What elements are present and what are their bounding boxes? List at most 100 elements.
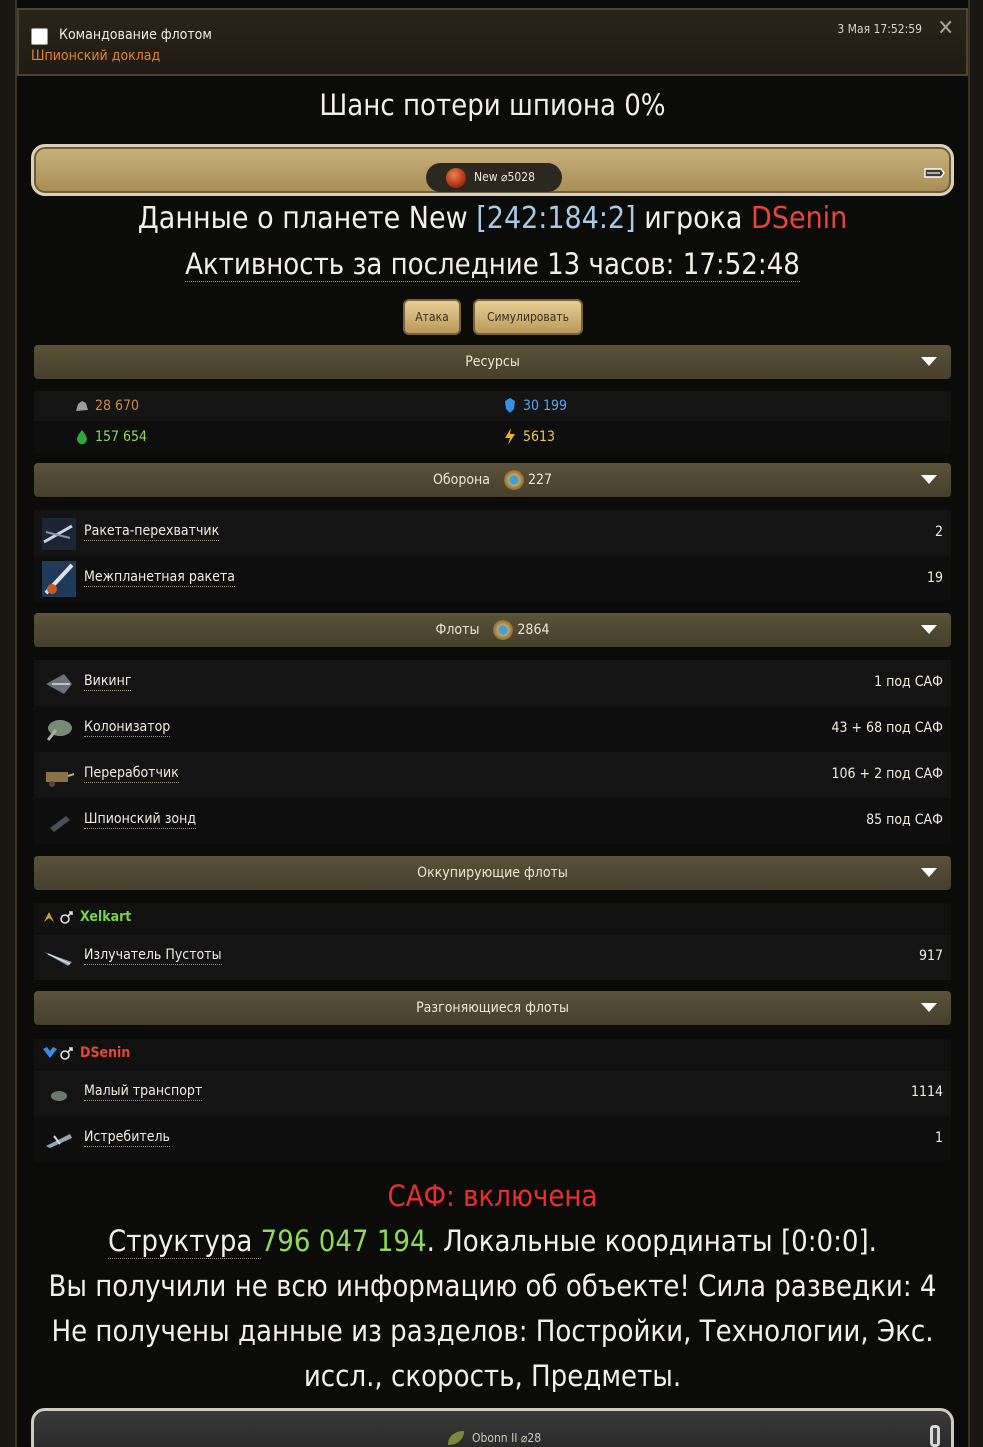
ship-name[interactable]: Шпионский зонд — [84, 811, 197, 829]
spy-loss-chance: Шанс потери шпиона 0% — [319, 88, 666, 122]
attack-button[interactable]: Атака — [403, 299, 461, 335]
ship-count: 917 — [918, 948, 943, 964]
section-occupying-label: Оккупирующие флоты — [417, 865, 568, 881]
viking-icon — [46, 674, 72, 694]
occupying-player: Xelkart — [34, 903, 951, 933]
crystal-icon — [505, 398, 515, 413]
occupying-player-name[interactable]: Xelkart — [80, 909, 131, 925]
resources-row-1: 28 670 30 199 — [34, 391, 951, 421]
spy-probe-icon — [50, 816, 70, 832]
colonizer-icon — [46, 720, 72, 741]
defense-row: Межпланетная ракета 19 — [34, 556, 951, 602]
structure-prefix: Структура — [108, 1224, 261, 1259]
planet-info-prefix: Данные о планете New — [137, 201, 477, 236]
race-icon — [44, 912, 54, 922]
missing-sections-line1: Не получены данные из разделов: Постройк… — [51, 1314, 934, 1348]
section-fleets-label: Флоты — [435, 622, 480, 638]
planet-owner[interactable]: DSenin — [751, 201, 847, 236]
race-icon — [43, 1047, 57, 1058]
ship-name[interactable]: Ракета-перехватчик — [84, 523, 220, 541]
close-icon[interactable]: ✕ — [937, 16, 954, 41]
dispersing-player: DSenin — [34, 1039, 951, 1069]
activity-line: Активность за последние 13 часов: 17:52:… — [17, 247, 968, 282]
fighter-icon — [46, 1134, 72, 1148]
crystal-value: 30 199 — [523, 398, 568, 414]
dispersing-player-name[interactable]: DSenin — [80, 1045, 130, 1061]
ship-name[interactable]: Излучатель Пустоты — [84, 947, 222, 965]
ship-count: 19 — [926, 570, 943, 586]
section-fleets[interactable]: Флоты 2864 — [34, 613, 951, 647]
chevron-down-icon[interactable] — [921, 868, 937, 877]
interplanetary-missile-icon — [42, 561, 76, 597]
ship-name[interactable]: Викинг — [84, 673, 132, 691]
male-icon — [60, 1047, 73, 1060]
energy-icon — [505, 428, 515, 445]
chevron-down-icon[interactable] — [921, 357, 937, 366]
missing-sections-line2: иссл., скорость, Предметы. — [303, 1359, 682, 1393]
engine-icon[interactable] — [923, 165, 945, 181]
metal-icon — [76, 401, 88, 411]
report-window: Командование флотом Шпионский доклад 3 М… — [15, 0, 970, 1447]
void-emitter-icon — [44, 952, 72, 966]
report-header: Командование флотом Шпионский доклад 3 М… — [17, 8, 968, 76]
planet-pill[interactable]: New ⌀5028 — [426, 163, 562, 192]
ship-count: 1 — [934, 1130, 943, 1146]
section-dispersing-label: Разгоняющиеся флоты — [416, 1000, 569, 1016]
chevron-down-icon[interactable] — [921, 625, 937, 634]
planet-pill-label: New ⌀5028 — [474, 170, 535, 184]
chevron-down-icon[interactable] — [921, 1003, 937, 1012]
chevron-down-icon[interactable] — [921, 475, 937, 484]
ship-name[interactable]: Истребитель — [84, 1129, 170, 1147]
ship-count: 43 + 68 под САФ — [831, 720, 943, 736]
section-occupying[interactable]: Оккупирующие флоты — [34, 856, 951, 890]
gem-icon — [504, 470, 524, 490]
dispersing-ship-row: Истребитель 1 — [34, 1116, 951, 1162]
incomplete-info: Вы получили не всю информацию об объекте… — [48, 1269, 937, 1303]
resources-row-2: 157 654 5613 — [34, 421, 951, 453]
section-defense-label: Оборона — [432, 472, 490, 488]
ship-name[interactable]: Колонизатор — [84, 719, 171, 737]
report-date: 3 Мая 17:52:59 — [837, 22, 922, 36]
deuterium-icon — [77, 430, 87, 445]
ship-name[interactable]: Малый транспорт — [84, 1083, 203, 1101]
defense-row: Ракета-перехватчик 2 — [34, 510, 951, 556]
recycler-icon — [46, 772, 75, 787]
structure-suffix: . Локальные координаты [0:0:0]. — [426, 1224, 877, 1258]
deuterium-value: 157 654 — [95, 429, 148, 445]
leaf-planet-icon — [448, 1431, 464, 1445]
fleet-row: Переработчик 106 + 2 под САФ — [34, 752, 951, 798]
origin-planet-label[interactable]: Obonn II ⌀28 — [472, 1431, 541, 1445]
saf-status: САФ: включена — [387, 1179, 598, 1213]
window-title: Командование флотом — [59, 27, 212, 43]
planet-info-mid: игрока — [635, 201, 752, 236]
planet-icon — [446, 168, 466, 188]
section-resources[interactable]: Ресурсы — [34, 345, 951, 379]
gem-icon — [493, 620, 514, 640]
section-resources-label: Ресурсы — [465, 354, 520, 370]
activity-text: Активность за последние 13 часов: 17:52:… — [185, 247, 800, 282]
section-dispersing[interactable]: Разгоняющиеся флоты — [34, 991, 951, 1025]
fleet-row: Колонизатор 43 + 68 под САФ — [34, 706, 951, 752]
simulate-button[interactable]: Симулировать — [473, 299, 583, 335]
metal-value: 28 670 — [95, 398, 140, 414]
ship-count: 85 под САФ — [866, 812, 943, 828]
fleets-count: 2864 — [517, 622, 550, 638]
male-icon — [60, 911, 73, 924]
fleet-row: Шпионский зонд 85 под САФ — [34, 798, 951, 844]
ship-count: 106 + 2 под САФ — [831, 766, 943, 782]
spy-icon[interactable] — [927, 1423, 943, 1447]
report-type[interactable]: Шпионский доклад — [31, 48, 160, 64]
dispersing-ship-row: Малый транспорт 1114 — [34, 1070, 951, 1116]
section-defense[interactable]: Оборона 227 — [34, 463, 951, 497]
select-checkbox[interactable] — [31, 28, 48, 45]
ship-name[interactable]: Межпланетная ракета — [84, 569, 235, 587]
ship-count: 1 под САФ — [874, 674, 943, 690]
fleet-row: Викинг 1 под САФ — [34, 660, 951, 706]
occupying-ship-row: Излучатель Пустоты 917 — [34, 934, 951, 980]
planet-coords[interactable]: [242:184:2] — [476, 201, 635, 236]
structure-value: 796 047 194 — [260, 1224, 427, 1258]
ship-name[interactable]: Переработчик — [84, 765, 179, 783]
small-transport-icon — [51, 1091, 67, 1101]
planet-bar: New ⌀5028 — [31, 144, 954, 196]
ship-count: 2 — [934, 524, 943, 540]
